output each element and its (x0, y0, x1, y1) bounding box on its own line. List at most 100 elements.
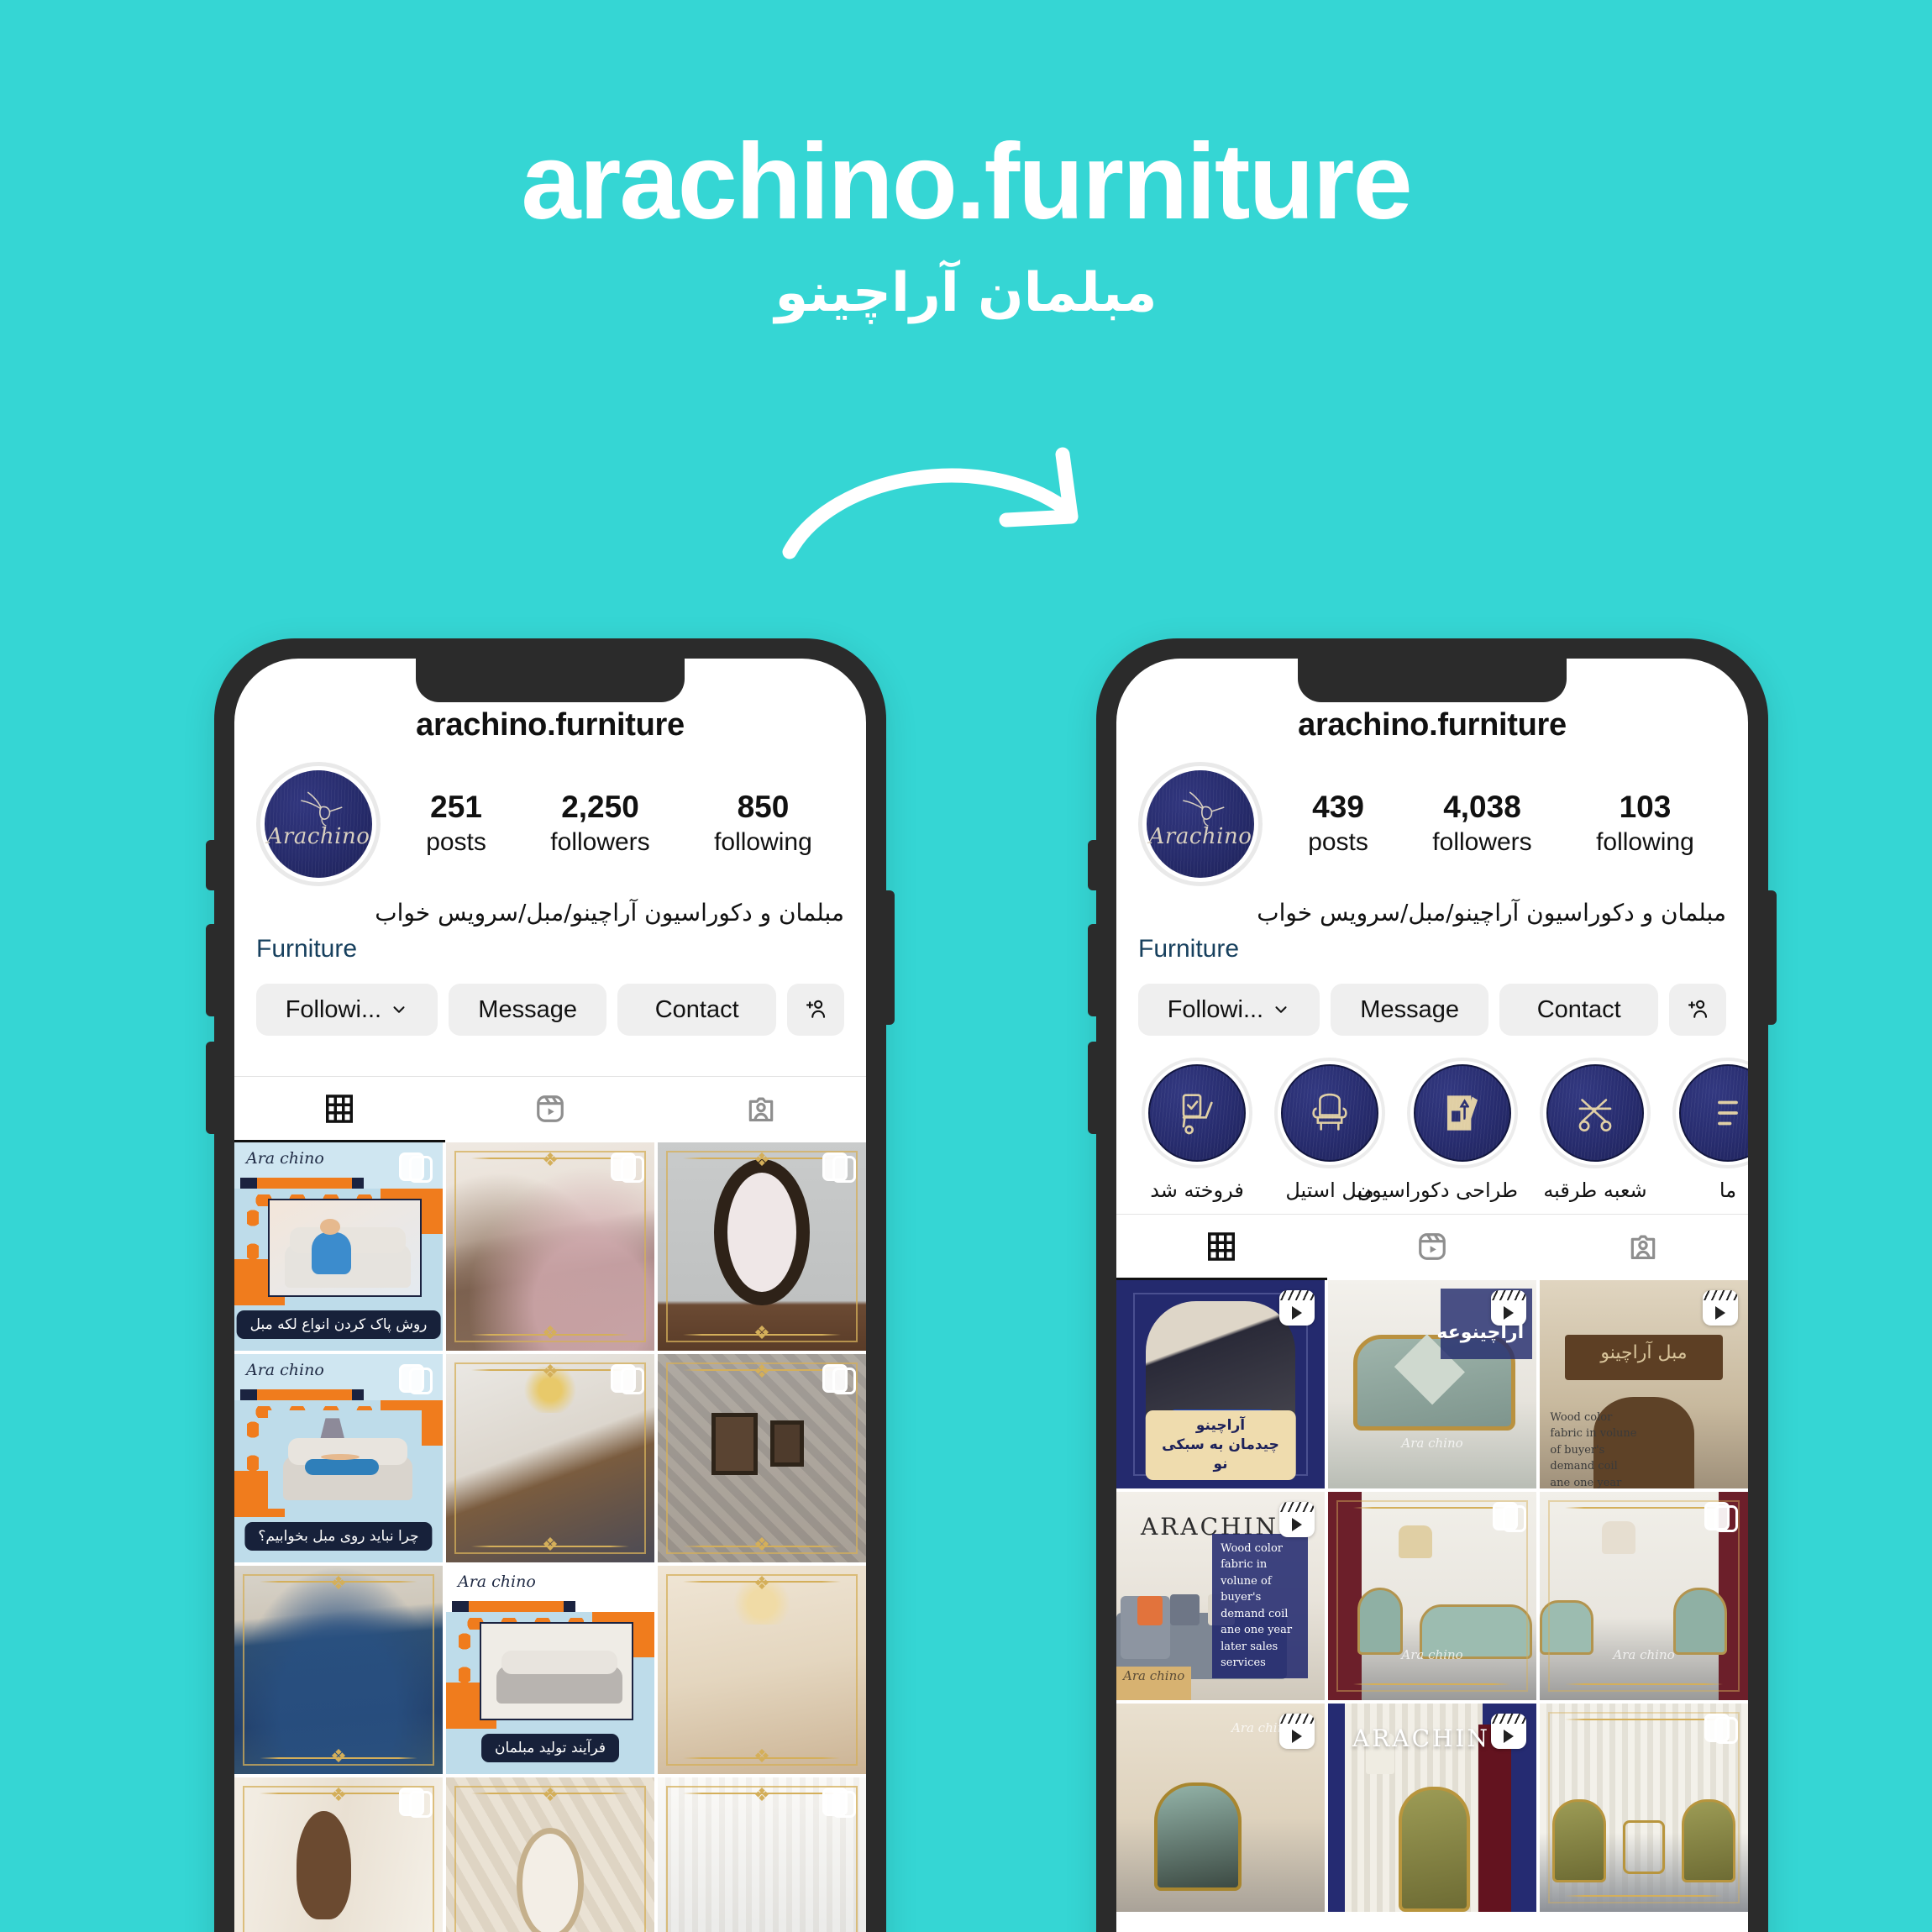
stat-followers-value: 2,250 (561, 790, 639, 825)
carousel-badge-icon (399, 1788, 433, 1821)
post-brand-mark: Ara chino (246, 1149, 324, 1168)
post-cell[interactable]: Ara chino چرا نباید روی مبل بخوابیم؟ (234, 1354, 443, 1563)
post-caption: مبل آراچینو (1600, 1342, 1688, 1364)
tab-reels[interactable] (445, 1077, 656, 1142)
post-cell[interactable]: ❖❖ (446, 1354, 654, 1563)
post-cell[interactable]: Ara chino روش پاک کردن انواع لکه مبل (234, 1142, 443, 1352)
contact-button-label: Contact (654, 995, 739, 1023)
contact-button[interactable]: Contact (617, 984, 776, 1037)
grid-icon (326, 1094, 354, 1123)
post-cell[interactable]: Ara chino (1116, 1704, 1325, 1913)
phone-volume-up-button[interactable] (1088, 924, 1098, 1016)
phone-power-button[interactable] (885, 890, 895, 1025)
carousel-badge-icon (611, 1576, 644, 1609)
reel-badge-icon (1279, 1714, 1315, 1750)
avatar[interactable]: Arachino (1138, 762, 1263, 886)
add-person-icon (1688, 1000, 1708, 1018)
carousel-badge-icon (399, 1364, 433, 1398)
phone-volume-down-button[interactable] (206, 1042, 216, 1134)
page-subtitle: مبلمان آراچینو (774, 262, 1158, 325)
post-cell[interactable] (1540, 1704, 1748, 1913)
post-grid: Ara chino روش پاک کردن انواع لکه مبل ❖❖ (234, 1142, 866, 1932)
avatar[interactable]: Arachino (256, 762, 381, 886)
post-cell[interactable]: ❖❖ (234, 1566, 443, 1775)
story-highlight-about-us[interactable]: ما (1672, 1058, 1748, 1202)
stat-following[interactable]: 850 following (714, 790, 812, 858)
tab-grid[interactable] (234, 1077, 445, 1143)
add-person-button[interactable] (1668, 984, 1726, 1037)
stat-posts-label: posts (1308, 827, 1368, 856)
message-button[interactable]: Message (448, 984, 607, 1037)
post-brand-mark: Ara chino (458, 1572, 536, 1592)
profile-username: arachino.furniture (1298, 707, 1567, 743)
post-cell[interactable]: ❖❖ (658, 1354, 866, 1563)
story-highlight-label: ما (1719, 1179, 1737, 1203)
contact-button-label: Contact (1536, 995, 1621, 1023)
bio-link[interactable]: Furniture (1138, 931, 1726, 968)
story-highlight-sold[interactable]: فروخته شد (1142, 1058, 1252, 1202)
phone-mute-button[interactable] (1088, 840, 1098, 890)
phone-power-button[interactable] (1767, 890, 1777, 1025)
stat-followers[interactable]: 2,250 followers (550, 790, 649, 858)
stat-following-label: following (1596, 827, 1694, 856)
reel-badge-icon (1491, 1290, 1526, 1326)
tab-reels[interactable] (1327, 1215, 1538, 1280)
phone-mute-button[interactable] (206, 840, 216, 890)
post-cell[interactable]: ❖❖ (234, 1777, 443, 1932)
sold-cart-icon (1182, 1094, 1213, 1135)
message-button[interactable]: Message (1330, 984, 1489, 1037)
following-button[interactable]: Followi... (256, 984, 438, 1037)
post-cell[interactable]: مبل آراچینو Wood color fabric in volune … (1540, 1280, 1748, 1489)
add-person-button[interactable] (786, 984, 844, 1037)
stat-posts[interactable]: 439 posts (1308, 790, 1368, 858)
post-cell[interactable]: ❖❖ (446, 1777, 654, 1932)
stat-posts[interactable]: 251 posts (426, 790, 486, 858)
story-highlight-label: شعبه طرقبه (1543, 1179, 1647, 1203)
grid-icon (1208, 1231, 1236, 1261)
stats-group: 251 posts 2,250 followers 850 following (381, 790, 844, 858)
post-cell[interactable]: ARACHINO Wood color fabric in volune of … (1116, 1492, 1325, 1701)
post-cell[interactable]: آراچینوعه Ara chino (1328, 1280, 1536, 1489)
following-button-label: Followi... (285, 995, 382, 1023)
add-person-icon (806, 1000, 826, 1018)
phone-volume-down-button[interactable] (1088, 1042, 1098, 1134)
post-cell[interactable]: ❖❖ (658, 1777, 866, 1932)
stat-following-label: following (714, 827, 812, 856)
message-button-label: Message (478, 995, 577, 1023)
contact-button[interactable]: Contact (1499, 984, 1658, 1037)
following-button[interactable]: Followi... (1138, 984, 1320, 1037)
tab-grid[interactable] (1116, 1215, 1327, 1281)
post-cell[interactable]: ARACHINO (1328, 1704, 1536, 1913)
carousel-badge-icon (1704, 1714, 1738, 1747)
profile-stats-row: Arachino 251 posts 2,250 followers 850 f… (234, 743, 866, 886)
tab-tagged[interactable] (655, 1077, 866, 1142)
phone-notch (416, 659, 685, 702)
carousel-badge-icon (611, 1364, 644, 1398)
post-cell[interactable]: Ara chino فرآیند تولید مبلمان (446, 1566, 654, 1775)
post-cell[interactable]: آراچینو چیدمان به سبکی نو (1116, 1280, 1325, 1489)
profile-tabs (234, 1076, 866, 1143)
about-us-icon (1718, 1100, 1738, 1126)
tab-tagged[interactable] (1537, 1215, 1748, 1280)
stat-posts-value: 439 (1312, 790, 1364, 825)
phone-volume-up-button[interactable] (206, 924, 216, 1016)
bio-text: مبلمان و دکوراسیون آراچینو/مبل/سرویس خوا… (1257, 899, 1726, 927)
bio-link[interactable]: Furniture (256, 931, 844, 968)
post-cell[interactable]: ❖❖ (446, 1142, 654, 1352)
post-cell[interactable]: ❖❖ (658, 1566, 866, 1775)
story-highlight-decor-design[interactable]: طراحی دکوراسیون (1357, 1058, 1518, 1202)
stat-following-value: 850 (737, 790, 790, 825)
post-cell[interactable]: ❖❖ (658, 1142, 866, 1352)
post-cell[interactable]: Ara chino (1328, 1492, 1536, 1701)
profile-action-buttons: Followi... Message Contact (234, 967, 866, 1037)
scissors-icon (1578, 1099, 1612, 1132)
stat-following[interactable]: 103 following (1596, 790, 1694, 858)
story-highlight-branch-torghabeh[interactable]: شعبه طرقبه (1540, 1058, 1651, 1202)
carousel-badge-icon (822, 1152, 856, 1186)
post-caption: آراچینوعه (1436, 1321, 1525, 1343)
stat-followers[interactable]: 4,038 followers (1432, 790, 1531, 858)
post-cell[interactable]: Ara chino (1540, 1492, 1748, 1701)
phone-screen-left: arachino.furniture Arachino 251 posts 2,… (234, 659, 866, 1932)
post-brand-mark: Ara chino (246, 1361, 324, 1380)
reels-icon (1419, 1232, 1446, 1260)
